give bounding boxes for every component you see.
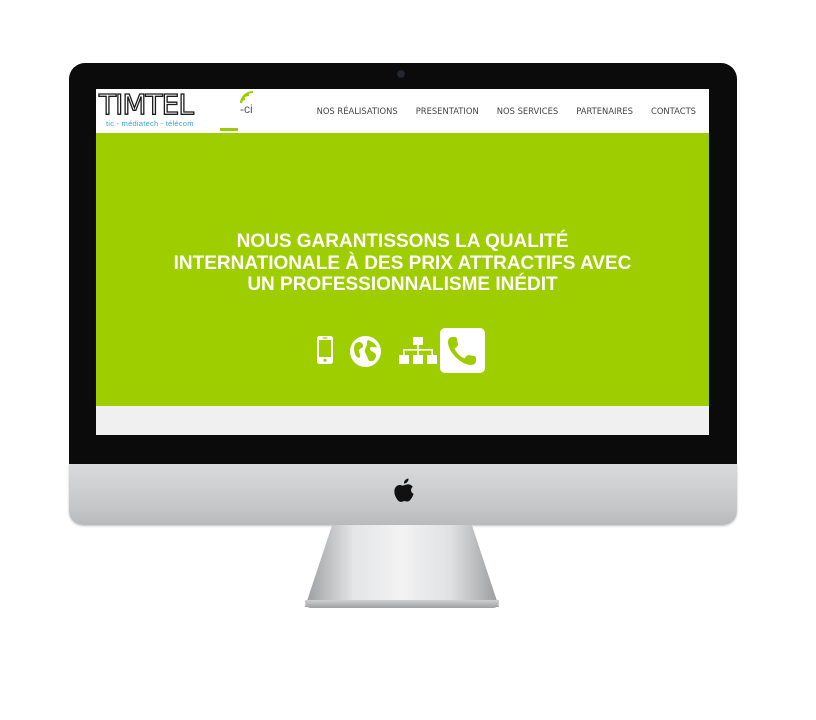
nav-item-services[interactable]: NOS SERVICES	[497, 106, 558, 116]
nav-item-contacts[interactable]: CONTACTS	[651, 106, 696, 116]
site-header: TIMTEL -ci tic - médiatech - télécom NOS…	[96, 89, 709, 133]
network-sitemap-icon[interactable]	[398, 336, 438, 369]
site-logo[interactable]: TIMTEL -ci tic - médiatech - télécom	[98, 89, 259, 132]
logo-suffix: -ci	[240, 102, 253, 116]
main-nav: NOS RÉALISATIONS PRESENTATION NOS SERVIC…	[317, 106, 696, 116]
hero-title-line: UN PROFESSIONNALISME INÉDIT	[247, 274, 558, 295]
globe-icon[interactable]	[348, 335, 383, 368]
logo-accent-bar	[220, 128, 238, 131]
service-icons	[96, 328, 709, 378]
logo-wordmark: TIMTEL	[98, 89, 194, 121]
content-strip	[96, 406, 709, 435]
nav-item-presentation[interactable]: PRESENTATION	[416, 106, 479, 116]
nav-item-realisations[interactable]: NOS RÉALISATIONS	[317, 106, 398, 116]
logo-tagline: tic - médiatech - télécom	[106, 119, 194, 128]
hero-title-line: NOUS GARANTISSONS LA QUALITÉ	[236, 231, 569, 252]
mobile-phone-icon[interactable]	[316, 335, 334, 365]
hero-title-line: INTERNATIONALE À DES PRIX ATTRACTIFS AVE…	[173, 252, 632, 274]
hero-banner: NOUS GARANTISSONS LA QUALITÉ INTERNATION…	[96, 133, 709, 406]
hero-title: NOUS GARANTISSONS LA QUALITÉ INTERNATION…	[126, 231, 679, 296]
monitor-screen: TIMTEL -ci tic - médiatech - télécom NOS…	[96, 89, 709, 435]
monitor-stand	[305, 525, 499, 607]
nav-item-partenaires[interactable]: PARTENAIRES	[576, 106, 633, 116]
apple-logo-icon	[394, 478, 414, 502]
monitor-stand-base	[305, 600, 499, 608]
webcam	[398, 71, 404, 77]
phone-handset-icon[interactable]	[440, 328, 485, 373]
